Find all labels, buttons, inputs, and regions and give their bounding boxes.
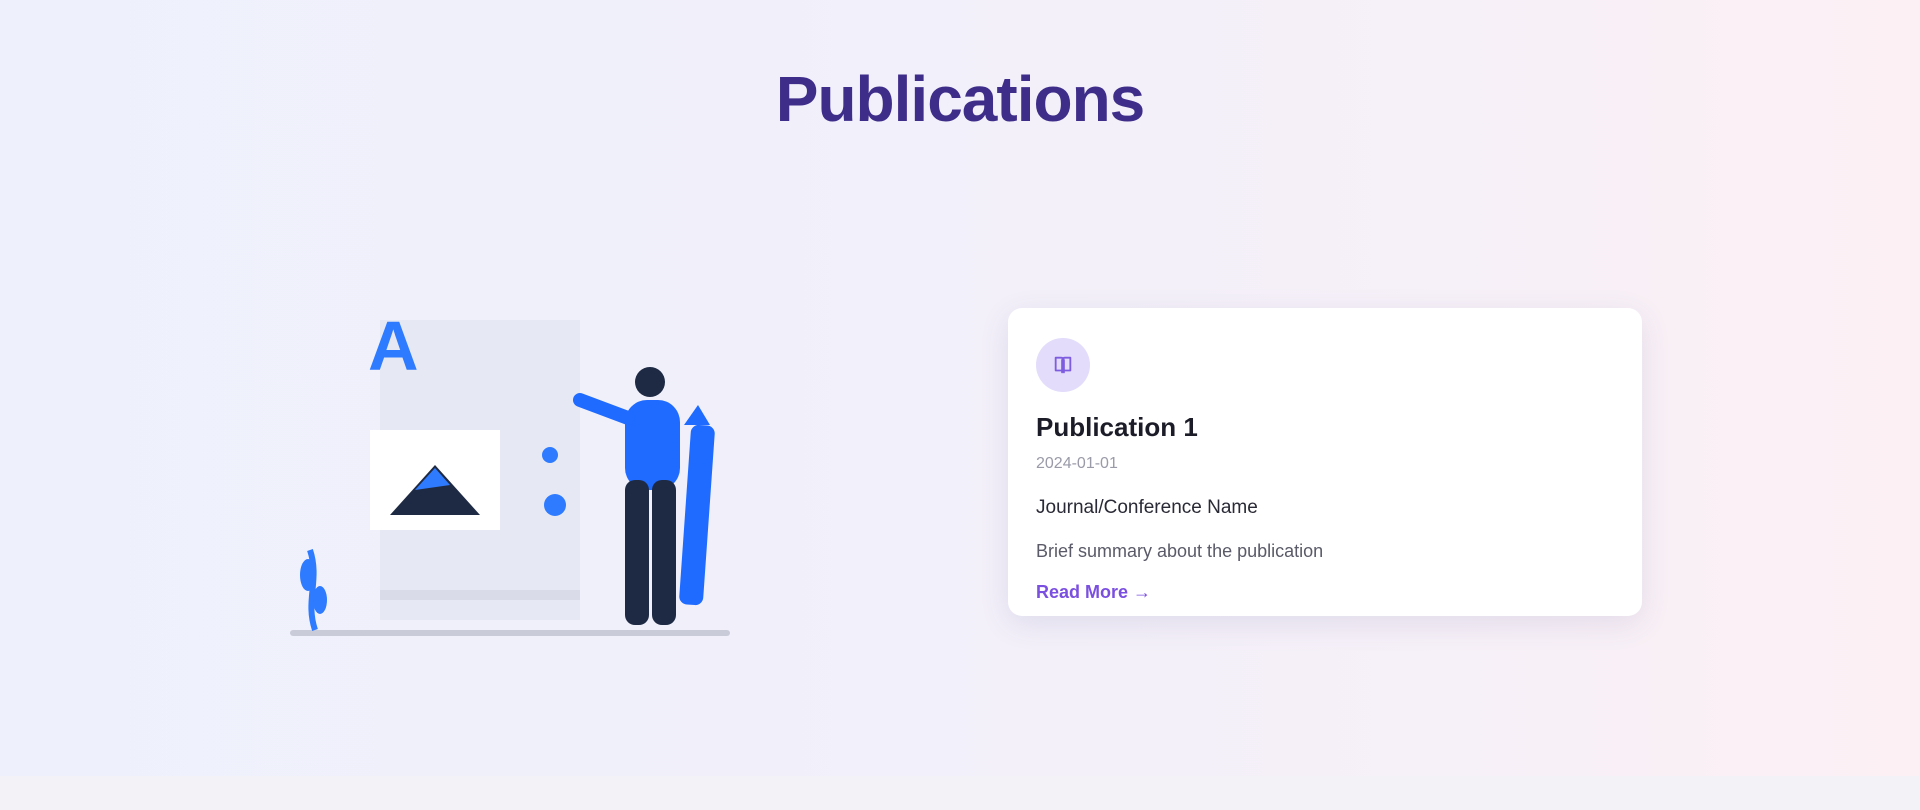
publication-title: Publication 1 xyxy=(1036,412,1198,442)
book-icon xyxy=(1036,338,1090,392)
publication-date: 2024-01-01 xyxy=(1036,455,1118,472)
publications-section: Publications A Publication 1 2024-01-01 … xyxy=(0,0,1920,776)
publication-card: Publication 1 2024-01-01 Journal/Confere… xyxy=(1008,308,1642,616)
svg-text:A: A xyxy=(368,307,419,385)
publication-summary: Brief summary about the publication xyxy=(1036,541,1324,561)
read-more-link[interactable]: Read More → xyxy=(1036,582,1151,603)
publication-venue: Journal/Conference Name xyxy=(1036,497,1258,518)
publishing-illustration: A xyxy=(280,300,750,650)
page-title: Publications xyxy=(775,63,1146,135)
page-footer-strip xyxy=(0,776,1920,810)
